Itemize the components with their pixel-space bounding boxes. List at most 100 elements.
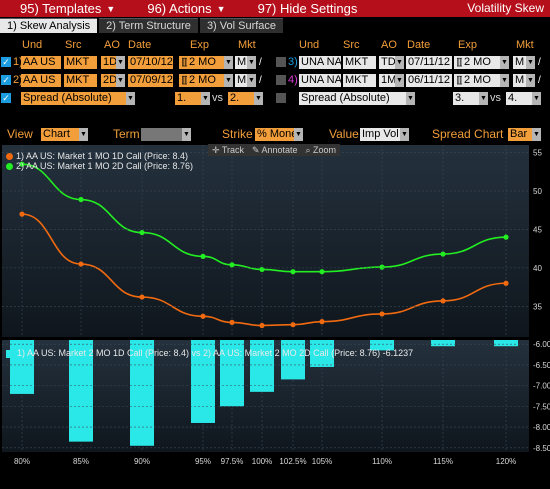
row1-mkt-field[interactable]: M	[235, 56, 247, 69]
track-button[interactable]: ✛ Track	[212, 145, 244, 156]
hide-settings-menu[interactable]: 97) Hide Settings	[226, 0, 358, 17]
row1-checkbox[interactable]: ✓	[1, 57, 11, 67]
row3-date-field[interactable]: 07/11/12	[406, 56, 452, 69]
bar-chart-legend[interactable]: 1) AA US: Market 2 MO 1D Call (Price: 8.…	[6, 348, 413, 359]
spread-right-a-dropdown[interactable]: ▼	[479, 92, 488, 105]
row2-mkt-dropdown[interactable]: ▼	[247, 74, 256, 87]
spread-left-checkbox[interactable]: ✓	[1, 93, 11, 103]
strike-dropdown[interactable]: ▼	[294, 128, 303, 141]
row1-src-field[interactable]: MKT	[64, 56, 97, 69]
y-tick-label: 45	[533, 225, 542, 234]
row2-ao-field[interactable]: 2D	[101, 74, 116, 87]
row4-ao-dropdown[interactable]: ▼	[395, 74, 404, 87]
data-point	[139, 294, 145, 300]
row3-src-field[interactable]: MKT	[343, 56, 376, 69]
data-point	[440, 251, 446, 257]
tab-term-structure[interactable]: 2) Term Structure	[99, 18, 198, 33]
col-header-src: Src	[65, 39, 82, 51]
row4-und-field[interactable]: UNA NA	[299, 74, 341, 87]
row4-ao-field[interactable]: 1M	[379, 74, 395, 87]
row4-calendar-icon[interactable]: ▥	[454, 74, 462, 87]
row2-ao-dropdown[interactable]: ▼	[116, 74, 125, 87]
row4-exp-field[interactable]: 2 MO	[462, 74, 500, 87]
spread-left-a-dropdown[interactable]: ▼	[201, 92, 210, 105]
row2-mkt-field[interactable]: M	[235, 74, 247, 87]
spread-left-field[interactable]: Spread (Absolute)	[21, 92, 126, 105]
row3-und-field[interactable]: UNA NA	[299, 56, 341, 69]
line-chart-legend: 1) AA US: Market 1 MO 1D Call (Price: 8.…	[6, 151, 193, 171]
row3-mkt-field[interactable]: M	[513, 56, 526, 69]
legend-series-2[interactable]: 2) AA US: Market 1 MO 2D Call (Price: 8.…	[6, 161, 193, 171]
spread-chart-select[interactable]: Bar	[508, 128, 532, 141]
spread-left-a-field[interactable]: 1.	[175, 92, 201, 105]
row3-mkt-dropdown[interactable]: ▼	[526, 56, 535, 69]
spread-left-b-dropdown[interactable]: ▼	[254, 92, 263, 105]
spread-right-dropdown[interactable]: ▼	[406, 92, 415, 105]
row3-ao-field[interactable]: TD	[379, 56, 395, 69]
tab-skew-analysis[interactable]: 1) Skew Analysis	[0, 18, 98, 33]
chart-area[interactable]: 55 50 45 40 35 -6.00 -6.50 -7.00 -7.50 -8.00 -8.5…	[0, 143, 550, 489]
row1-date-field[interactable]: 07/10/12	[128, 56, 173, 69]
data-point	[200, 313, 206, 319]
zoom-button[interactable]: ⌕ Zoom	[305, 145, 336, 156]
row4-mkt-dropdown[interactable]: ▼	[526, 74, 535, 87]
value-select[interactable]: Imp Vol	[360, 128, 400, 141]
row1-ao-field[interactable]: 1D	[101, 56, 116, 69]
term-dropdown[interactable]: ▼	[182, 128, 191, 141]
annotate-button[interactable]: ✎ Annotate	[252, 145, 298, 156]
row4-exp-dropdown[interactable]: ▼	[500, 74, 509, 87]
row4-date-field[interactable]: 06/11/12	[406, 74, 452, 87]
tab-vol-surface[interactable]: 3) Vol Surface	[199, 18, 284, 33]
spread-right-field[interactable]: Spread (Absolute)	[299, 92, 406, 105]
row4-src-field[interactable]: MKT	[343, 74, 376, 87]
row3-checkbox[interactable]	[276, 57, 286, 67]
spread-left-b-field[interactable]: 2.	[228, 92, 254, 105]
row3-calendar-icon[interactable]: ▥	[454, 56, 462, 69]
term-select[interactable]	[141, 128, 182, 141]
row1-edit-icon[interactable]: /	[259, 56, 269, 69]
row1-calendar-icon[interactable]: ▥	[179, 56, 187, 69]
row3-exp-dropdown[interactable]: ▼	[500, 56, 509, 69]
bar	[431, 340, 455, 347]
row1-mkt-dropdown[interactable]: ▼	[247, 56, 256, 69]
row3-edit-icon[interactable]: /	[538, 56, 548, 69]
row2-edit-icon[interactable]: /	[259, 74, 269, 87]
actions-menu[interactable]: 96) Actions ▼	[115, 0, 225, 17]
row4-edit-icon[interactable]: /	[538, 74, 548, 87]
templates-menu[interactable]: 95) Templates ▼	[0, 0, 115, 17]
row2-src-field[interactable]: MKT	[64, 74, 97, 87]
row4-mkt-field[interactable]: M	[513, 74, 526, 87]
row1-und-field[interactable]: AA US	[21, 56, 61, 69]
legend-series-1[interactable]: 1) AA US: Market 1 MO 1D Call (Price: 8.…	[6, 151, 193, 161]
row2-und-field[interactable]: AA US	[21, 74, 61, 87]
row2-checkbox[interactable]: ✓	[1, 75, 11, 85]
row2-exp-dropdown[interactable]: ▼	[224, 74, 233, 87]
row3-ao-dropdown[interactable]: ▼	[395, 56, 404, 69]
row2-calendar-icon[interactable]: ▥	[179, 74, 187, 87]
value-dropdown[interactable]: ▼	[400, 128, 409, 141]
view-dropdown[interactable]: ▼	[79, 128, 88, 141]
strike-select[interactable]: % Money	[255, 128, 294, 141]
templates-menu-label: 95) Templates	[20, 1, 102, 16]
row2-exp-field[interactable]: 2 MO	[187, 74, 224, 87]
spread-left-dropdown[interactable]: ▼	[126, 92, 135, 105]
data-point	[503, 280, 509, 286]
spread-right-b-dropdown[interactable]: ▼	[532, 92, 541, 105]
spread-chart-dropdown[interactable]: ▼	[532, 128, 541, 141]
row2-date-field[interactable]: 07/09/12	[128, 74, 173, 87]
data-point	[290, 322, 296, 328]
volatility-skew-chart[interactable]: 55 50 45 40 35 -6.00 -6.50 -7.00 -7.50 -8.00 -8.5…	[0, 143, 550, 489]
spread-right-checkbox[interactable]	[276, 93, 286, 103]
spread-right-b-field[interactable]: 4.	[506, 92, 532, 105]
view-select[interactable]: Chart	[41, 128, 79, 141]
tab-bar: 1) Skew Analysis 2) Term Structure 3) Vo…	[0, 18, 550, 33]
spread-right-a-field[interactable]: 3.	[453, 92, 479, 105]
col-header-date-right: Date	[407, 39, 431, 51]
row1-exp-field[interactable]: 2 MO	[187, 56, 224, 69]
row1-exp-dropdown[interactable]: ▼	[224, 56, 233, 69]
row3-exp-field[interactable]: 2 MO	[462, 56, 500, 69]
row4-checkbox[interactable]	[276, 75, 286, 85]
data-point	[319, 269, 325, 275]
row1-ao-dropdown[interactable]: ▼	[116, 56, 125, 69]
term-label: Term	[113, 127, 140, 141]
